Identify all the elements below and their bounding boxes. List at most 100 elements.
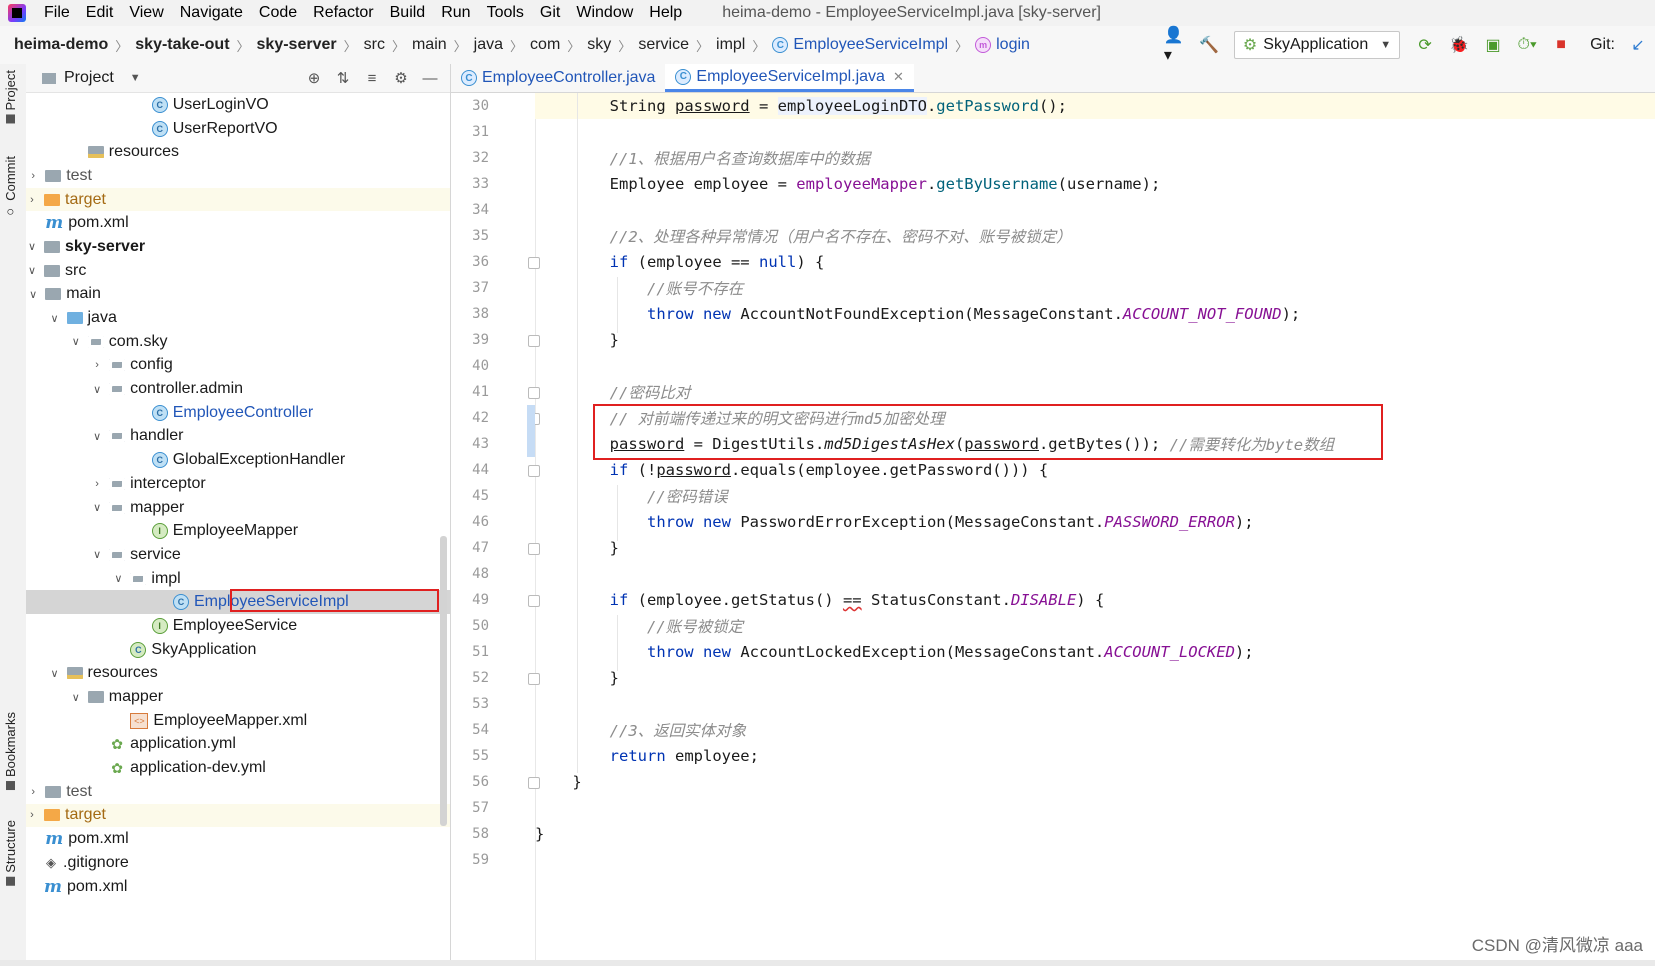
profile-icon[interactable]: ⏱▾ — [1516, 34, 1538, 56]
tree-item[interactable]: ◈ .gitignore — [26, 851, 450, 875]
chevron-right-icon[interactable]: › — [26, 194, 38, 206]
menu-code[interactable]: Code — [259, 4, 297, 22]
tree-item[interactable]: › interceptor — [26, 472, 450, 496]
side-tab-bookmarks[interactable]: Bookmarks — [3, 712, 18, 791]
breadcrumb-item[interactable]: heima-demo — [14, 36, 108, 54]
tree-item[interactable]: ∨ mapper — [26, 685, 450, 709]
side-tab-project[interactable]: Project — [3, 70, 18, 124]
chevron-down-icon[interactable]: ∨ — [27, 288, 39, 301]
git-update-icon[interactable]: ↙ — [1627, 34, 1649, 56]
tree-item[interactable]: ∨ impl — [26, 567, 450, 591]
tree-item[interactable]: ✿ application-dev.yml — [26, 756, 450, 780]
tree-item[interactable]: ∨ handler — [26, 425, 450, 449]
chevron-down-icon[interactable]: ∨ — [91, 548, 103, 561]
tab-employee-controller[interactable]: C EmployeeController.java — [451, 64, 665, 92]
rerun-icon[interactable]: ⟳ — [1414, 34, 1436, 56]
chevron-down-icon[interactable]: ∨ — [70, 691, 82, 704]
tree-item[interactable]: m pom.xml — [26, 211, 450, 235]
chevron-down-icon[interactable]: ∨ — [49, 312, 61, 325]
tree-item[interactable]: › config — [26, 354, 450, 378]
scrollbar[interactable] — [440, 536, 447, 826]
chevron-down-icon[interactable]: ∨ — [91, 383, 103, 396]
close-icon[interactable]: ✕ — [893, 69, 904, 85]
chevron-right-icon[interactable]: › — [91, 359, 103, 371]
tree-item[interactable]: ∨ src — [26, 259, 450, 283]
chevron-right-icon[interactable]: › — [26, 809, 38, 821]
breadcrumb-item[interactable]: impl — [716, 36, 745, 54]
tree-item[interactable]: ∨ mapper — [26, 496, 450, 520]
chevron-down-icon[interactable]: ∨ — [26, 264, 38, 277]
menu-refactor[interactable]: Refactor — [313, 4, 373, 22]
tree-item[interactable]: › test — [26, 164, 450, 188]
chevron-down-icon[interactable]: ∨ — [91, 430, 103, 443]
stop-icon[interactable]: ■ — [1550, 34, 1572, 56]
build-hammer-icon[interactable]: 🔨 — [1198, 34, 1220, 56]
breadcrumb-item[interactable]: sky — [587, 36, 611, 54]
chevron-down-icon[interactable]: ∨ — [49, 667, 61, 680]
chevron-down-icon[interactable]: ∨ — [26, 240, 38, 253]
debug-bug-icon[interactable]: 🐞 — [1448, 34, 1470, 56]
minimize-icon[interactable]: — — [420, 68, 440, 88]
chevron-right-icon[interactable]: › — [91, 478, 103, 490]
tree-item[interactable]: C EmployeeController — [26, 401, 450, 425]
chevron-down-icon[interactable]: ∨ — [112, 572, 124, 585]
menu-git[interactable]: Git — [540, 4, 560, 22]
locate-icon[interactable]: ⊕ — [304, 68, 324, 88]
breadcrumb-item[interactable]: src — [364, 36, 385, 54]
menu-file[interactable]: File — [44, 4, 70, 22]
breadcrumb-item[interactable]: main — [412, 36, 447, 54]
breadcrumb-item[interactable]: com — [530, 36, 560, 54]
breadcrumb-method[interactable]: login — [996, 36, 1030, 54]
breadcrumb-item[interactable]: sky-server — [257, 36, 337, 54]
chevron-right-icon[interactable]: › — [27, 786, 39, 798]
user-account-icon[interactable]: 👤▾ — [1164, 27, 1186, 64]
code-area[interactable]: String password = employeeLoginDTO. getPa… — [535, 93, 1655, 966]
tree-item[interactable]: C SkyApplication — [26, 638, 450, 662]
menu-build[interactable]: Build — [390, 4, 426, 22]
breadcrumb-class[interactable]: EmployeeServiceImpl — [793, 36, 948, 54]
tree-item[interactable]: › target — [26, 803, 450, 828]
tree-item[interactable]: › target — [26, 187, 450, 212]
tree-item[interactable]: ✿ application.yml — [26, 733, 450, 757]
tree-item[interactable]: ∨ main — [26, 283, 450, 307]
tree-item[interactable]: › test — [26, 780, 450, 804]
chevron-right-icon[interactable]: › — [27, 170, 39, 182]
tree-item[interactable]: C EmployeeServiceImpl — [26, 589, 450, 615]
tree-item[interactable]: C UserLoginVO — [26, 93, 450, 117]
coverage-icon[interactable]: ▣ — [1482, 34, 1504, 56]
tree-item[interactable]: I EmployeeMapper — [26, 519, 450, 543]
tree-item[interactable]: resources — [26, 140, 450, 164]
tree-item[interactable]: ∨ java — [26, 306, 450, 330]
tree-item[interactable]: C UserReportVO — [26, 117, 450, 141]
tab-employee-service-impl[interactable]: C EmployeeServiceImpl.java ✕ — [665, 64, 914, 92]
tree-item[interactable]: ∨ service — [26, 543, 450, 567]
breadcrumb-item[interactable]: service — [638, 36, 689, 54]
tree-item[interactable]: ∨ sky-server — [26, 235, 450, 259]
tree-item[interactable]: ∨ com.sky — [26, 330, 450, 354]
chevron-down-icon[interactable]: ∨ — [70, 335, 82, 348]
gear-icon[interactable]: ⚙ — [391, 68, 411, 88]
expand-all-icon[interactable]: ⇅ — [333, 68, 353, 88]
chevron-down-icon[interactable]: ▼ — [130, 72, 141, 84]
chevron-down-icon[interactable]: ∨ — [91, 501, 103, 514]
tree-item[interactable]: C GlobalExceptionHandler — [26, 448, 450, 472]
tree-item[interactable]: m pom.xml — [26, 875, 450, 899]
menu-run[interactable]: Run — [441, 4, 470, 22]
breadcrumb-item[interactable]: sky-take-out — [135, 36, 229, 54]
project-panel-title[interactable]: Project — [64, 69, 114, 87]
tree-item[interactable]: ∨ resources — [26, 662, 450, 686]
side-tab-structure[interactable]: Structure — [3, 820, 18, 886]
menu-navigate[interactable]: Navigate — [180, 4, 243, 22]
collapse-all-icon[interactable]: ≡ — [362, 68, 382, 88]
menu-edit[interactable]: Edit — [86, 4, 114, 22]
tree-item[interactable]: ∨ controller.admin — [26, 377, 450, 401]
side-tab-commit[interactable]: ○ Commit — [3, 156, 18, 220]
tree-item[interactable]: m pom.xml — [26, 827, 450, 851]
run-configuration-select[interactable]: ⚙ SkyApplication ▼ — [1233, 31, 1401, 59]
tree-item[interactable]: I EmployeeService — [26, 614, 450, 638]
menu-view[interactable]: View — [129, 4, 163, 22]
vcs-change-marker[interactable] — [527, 405, 535, 457]
menu-window[interactable]: Window — [576, 4, 633, 22]
breadcrumb-item[interactable]: java — [474, 36, 503, 54]
menu-help[interactable]: Help — [649, 4, 682, 22]
